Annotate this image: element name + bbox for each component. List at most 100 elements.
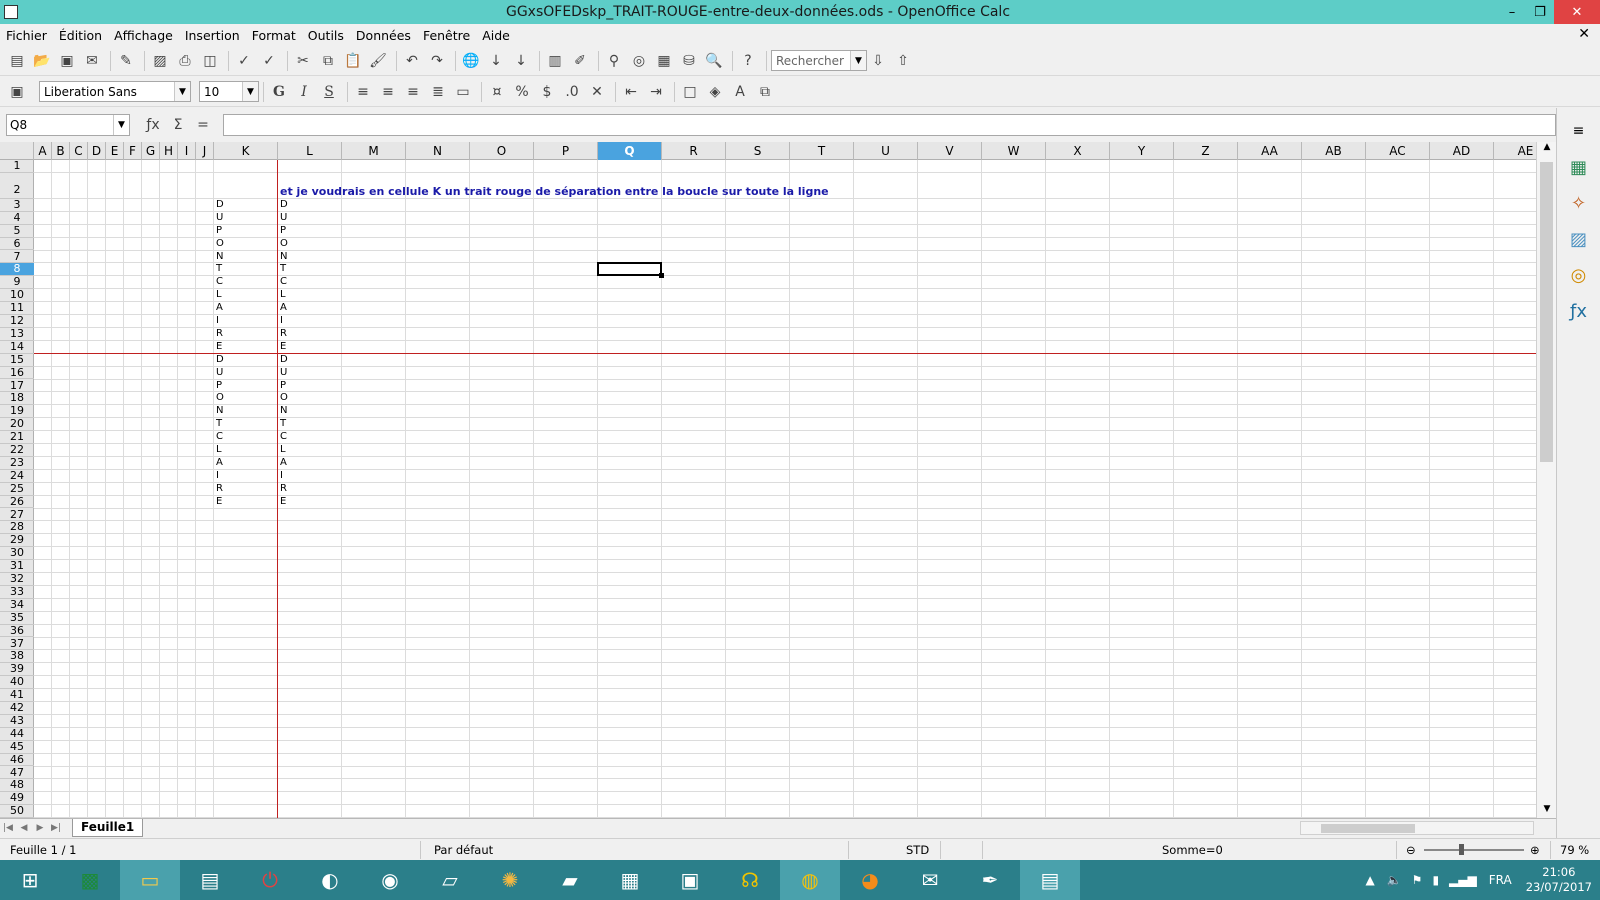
sort-desc-icon[interactable]: ↓ [510, 50, 532, 72]
chart-icon[interactable]: ▥ [544, 50, 566, 72]
more-options-icon[interactable]: ⧉ [754, 81, 776, 103]
bird-app-icon[interactable]: ◐ [300, 860, 360, 900]
cell-k15[interactable]: D [216, 354, 224, 366]
cell-k19[interactable]: N [216, 405, 223, 417]
last-sheet-icon[interactable]: ▶| [48, 823, 64, 833]
row-header-34[interactable]: 34 [0, 598, 34, 612]
folder-app-icon[interactable]: ▱ [420, 860, 480, 900]
save-icon[interactable]: ▣ [56, 50, 78, 72]
power-icon[interactable]: ⏻ [240, 860, 300, 900]
cell-l3[interactable]: D [280, 199, 288, 211]
row-header-3[interactable]: 3 [0, 198, 34, 212]
menu-fichier[interactable]: Fichier [6, 28, 47, 43]
first-sheet-icon[interactable]: |◀ [0, 823, 16, 833]
row-header-23[interactable]: 23 [0, 456, 34, 470]
decrease-indent-icon[interactable]: ⇤ [620, 81, 642, 103]
column-header-z[interactable]: Z [1174, 142, 1238, 160]
cell-l16[interactable]: U [280, 367, 287, 379]
cell-l14[interactable]: E [280, 341, 286, 353]
chevron-down-icon[interactable]: ▼ [850, 51, 866, 70]
background-color-icon[interactable]: ◈ [704, 81, 726, 103]
cell-k6[interactable]: O [216, 238, 224, 250]
cell-l23[interactable]: A [280, 457, 287, 469]
menu-affichage[interactable]: Affichage [114, 28, 173, 43]
row-header-14[interactable]: 14 [0, 340, 34, 354]
close-button[interactable]: ✕ [1554, 0, 1600, 24]
pen-icon[interactable]: ✒ [960, 860, 1020, 900]
sidebar-menu-icon[interactable]: ≡ [1566, 118, 1592, 144]
flag-icon[interactable]: ⚑ [1412, 873, 1423, 887]
cell-k24[interactable]: I [216, 470, 219, 482]
media-app-icon[interactable]: ◉ [360, 860, 420, 900]
undo-icon[interactable]: ↶ [401, 50, 423, 72]
cell-l18[interactable]: O [280, 392, 288, 404]
row-header-46[interactable]: 46 [0, 753, 34, 767]
cell-l20[interactable]: T [280, 418, 286, 430]
navigator-icon[interactable]: ◎ [1566, 262, 1592, 288]
cell-l15[interactable]: D [280, 354, 288, 366]
scroll-down-icon[interactable]: ▼ [1537, 804, 1556, 818]
cell-k25[interactable]: R [216, 483, 223, 495]
align-right-icon[interactable]: ≡ [402, 81, 424, 103]
font-color-icon[interactable]: A [729, 81, 751, 103]
menu-fenetre[interactable]: Fenêtre [423, 28, 470, 43]
mail-icon[interactable]: ✉ [900, 860, 960, 900]
row-header-22[interactable]: 22 [0, 443, 34, 457]
cell-k22[interactable]: L [216, 444, 222, 456]
function-wizard-icon[interactable]: ƒx [142, 114, 164, 136]
cell-l6[interactable]: O [280, 238, 288, 250]
name-box[interactable]: Q8 ▼ [6, 114, 130, 136]
email-icon[interactable]: ✉ [81, 50, 103, 72]
font-size-combo[interactable]: 10 ▼ [199, 81, 259, 102]
column-header-j[interactable]: J [196, 142, 214, 160]
cell-l19[interactable]: N [280, 405, 287, 417]
column-header-n[interactable]: N [406, 142, 470, 160]
row-header-50[interactable]: 50 [0, 804, 34, 818]
cell-k7[interactable]: N [216, 251, 223, 263]
start-icon[interactable]: ⊞ [0, 860, 60, 900]
column-header-g[interactable]: G [142, 142, 160, 160]
cell-k21[interactable]: C [216, 431, 223, 443]
sheet-tab-feuille1[interactable]: Feuille1 [72, 818, 144, 837]
gallery-icon[interactable]: ▨ [1566, 226, 1592, 252]
cell-l13[interactable]: R [280, 328, 287, 340]
row-header-45[interactable]: 45 [0, 740, 34, 754]
currency-icon[interactable]: ¤ [486, 81, 508, 103]
find-replace-icon[interactable]: ⚲ [603, 50, 625, 72]
italic-button[interactable]: I [293, 81, 315, 103]
column-header-s[interactable]: S [726, 142, 790, 160]
styles-icon[interactable]: ▣ [6, 81, 28, 103]
row-header-5[interactable]: 5 [0, 224, 34, 238]
sum-icon[interactable]: Σ [167, 114, 189, 136]
row-header-43[interactable]: 43 [0, 714, 34, 728]
gallery-icon[interactable]: ▦ [653, 50, 675, 72]
cell-l9[interactable]: C [280, 276, 287, 288]
cell-l7[interactable]: N [280, 251, 287, 263]
underline-button[interactable]: S [318, 81, 340, 103]
computer-icon[interactable]: ▣ [660, 860, 720, 900]
equals-icon[interactable]: = [192, 114, 214, 136]
status-sum[interactable]: Somme=0 [1162, 843, 1223, 857]
calculator-icon[interactable]: ▦ [600, 860, 660, 900]
menu-donnees[interactable]: Données [356, 28, 411, 43]
row-header-24[interactable]: 24 [0, 469, 34, 483]
hyperlink-icon[interactable]: 🌐 [460, 50, 482, 72]
cell-l21[interactable]: C [280, 431, 287, 443]
notebook-icon[interactable]: ▰ [540, 860, 600, 900]
paste-icon[interactable]: 📋 [342, 50, 364, 72]
column-header-f[interactable]: F [124, 142, 142, 160]
column-header-m[interactable]: M [342, 142, 406, 160]
column-header-l[interactable]: L [278, 142, 342, 160]
zoom-slider-knob[interactable] [1459, 844, 1464, 855]
row-header-25[interactable]: 25 [0, 482, 34, 496]
vertical-scrollbar[interactable]: ▲ ▼ [1536, 142, 1556, 818]
row-header-13[interactable]: 13 [0, 327, 34, 341]
zoom-out-icon[interactable]: ⊖ [1406, 843, 1416, 857]
scroll-up-icon[interactable]: ▲ [1537, 142, 1556, 156]
cell-l24[interactable]: I [280, 470, 283, 482]
column-header-aa[interactable]: AA [1238, 142, 1302, 160]
cell-k3[interactable]: D [216, 199, 224, 211]
standard-format-icon[interactable]: $ [536, 81, 558, 103]
cell-k12[interactable]: I [216, 315, 219, 327]
column-header-u[interactable]: U [854, 142, 918, 160]
